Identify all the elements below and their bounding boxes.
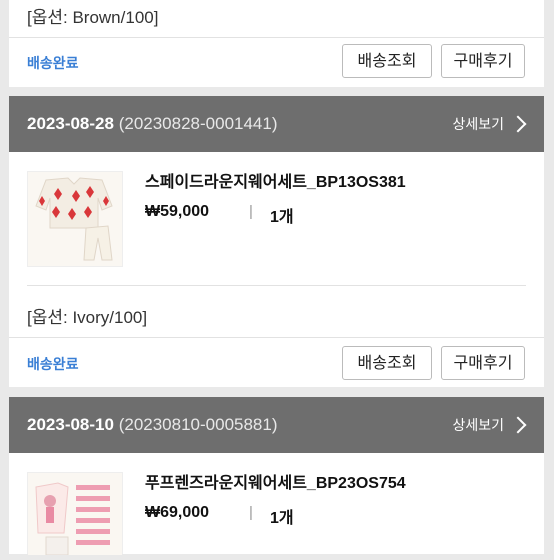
write-review-button[interactable]: 구매후기 — [441, 346, 525, 380]
pajama-set-image — [28, 172, 122, 266]
product-quantity: 1개 — [270, 510, 294, 527]
chevron-right-icon — [509, 115, 527, 133]
product-thumbnail[interactable] — [27, 472, 123, 556]
chevron-right-icon — [509, 416, 527, 434]
order-card: [옵션: Brown/100] 배송완료 배송조회 구매후기 — [9, 0, 544, 87]
order-date: 2023-08-10 — [27, 415, 114, 434]
delivery-status: 배송완료 — [27, 55, 79, 71]
order-date-line: 2023-08-10 (20230810-0005881) — [27, 415, 278, 435]
delivery-status: 배송완료 — [27, 356, 79, 372]
view-details-link[interactable]: 상세보기 — [452, 114, 527, 134]
product-price: ₩59,000 — [145, 203, 210, 220]
divider — [9, 37, 544, 38]
order-header: 2023-08-28 (20230828-0001441) 상세보기 — [9, 96, 544, 152]
product-quantity: 1개 — [270, 209, 294, 226]
order-number: (20230828-0001441) — [118, 114, 278, 133]
separator: | — [249, 203, 253, 220]
order-date-line: 2023-08-28 (20230828-0001441) — [27, 114, 278, 134]
option-text: [옵션: Brown/100] — [27, 8, 159, 27]
write-review-button[interactable]: 구매후기 — [441, 44, 525, 78]
view-details-label: 상세보기 — [452, 116, 504, 132]
pajama-set-image — [28, 473, 122, 556]
product-name[interactable]: 스페이드라운지웨어세트_BP13OS381 — [145, 168, 406, 192]
track-shipment-button[interactable]: 배송조회 — [342, 346, 432, 380]
product-price: ₩69,000 — [145, 504, 210, 521]
product-thumbnail[interactable] — [27, 171, 123, 267]
track-shipment-button[interactable]: 배송조회 — [342, 44, 432, 78]
order-date: 2023-08-28 — [27, 114, 114, 133]
order-header: 2023-08-10 (20230810-0005881) 상세보기 — [9, 397, 544, 453]
view-details-link[interactable]: 상세보기 — [452, 415, 527, 435]
divider — [27, 285, 526, 286]
divider — [9, 337, 544, 338]
order-number: (20230810-0005881) — [118, 415, 278, 434]
view-details-label: 상세보기 — [452, 417, 504, 433]
order-card: 2023-08-10 (20230810-0005881) 상세보기 푸프렌즈라… — [9, 397, 544, 556]
option-text: [옵션: Ivory/100] — [27, 308, 148, 327]
order-card: 2023-08-28 (20230828-0001441) 상세보기 스페이드라… — [9, 96, 544, 387]
separator: | — [249, 504, 253, 521]
product-name[interactable]: 푸프렌즈라운지웨어세트_BP23OS754 — [145, 469, 406, 493]
